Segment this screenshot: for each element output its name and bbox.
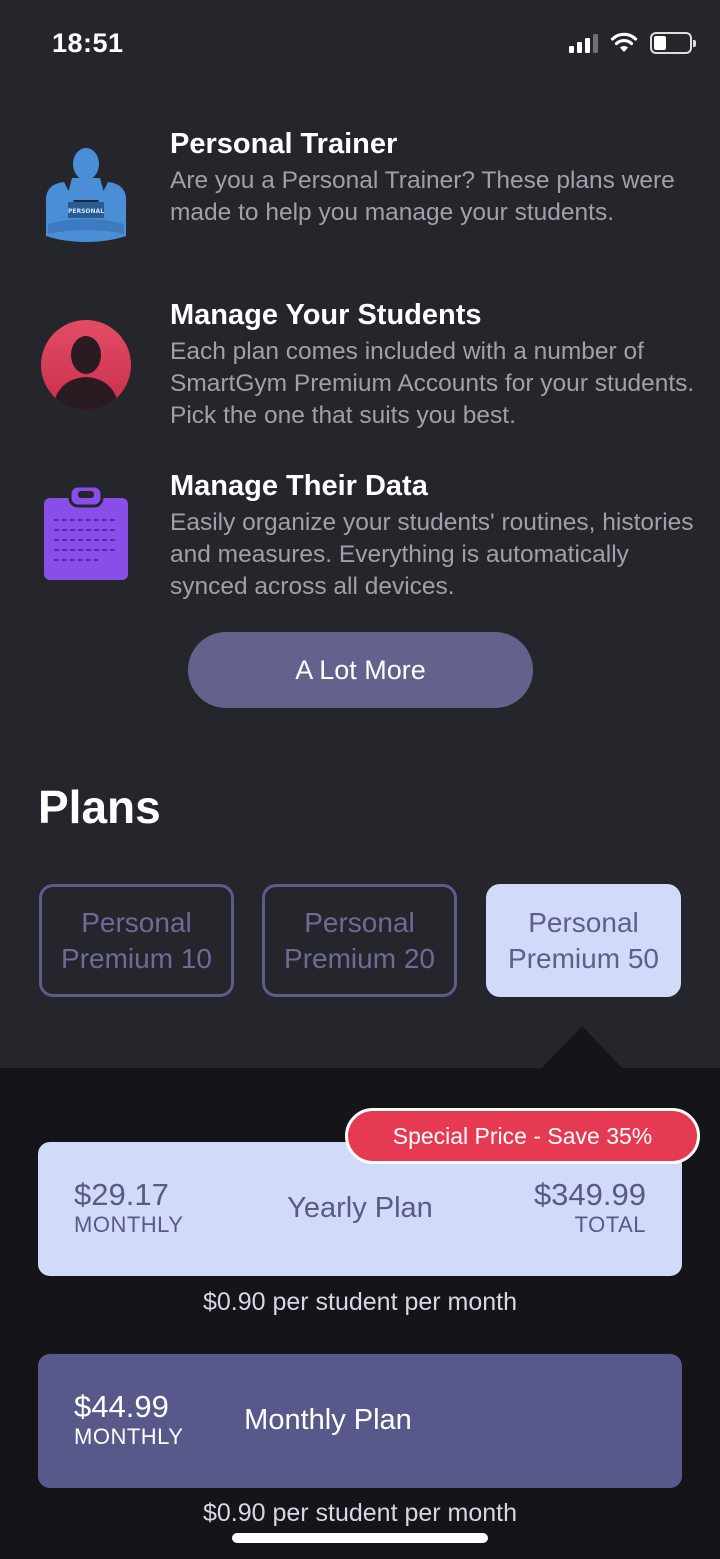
plan-tab-premium-20[interactable]: Personal Premium 20 bbox=[262, 884, 457, 997]
feature-description: Easily organize your students' routines,… bbox=[170, 509, 694, 600]
trainer-icon-label: PERSONAL bbox=[68, 208, 104, 215]
plan-name: Monthly Plan bbox=[244, 1404, 412, 1436]
feature-text: Personal Trainer Are you a Personal Trai… bbox=[170, 126, 700, 229]
feature-title: Manage Your Students bbox=[170, 299, 482, 331]
plan-tab-line1: Personal bbox=[81, 906, 192, 938]
feature-description: Each plan comes included with a number o… bbox=[170, 338, 695, 429]
plan-tab-line1: Personal bbox=[304, 906, 415, 938]
plans-heading: Plans bbox=[38, 781, 161, 833]
feature-title: Personal Trainer bbox=[170, 128, 398, 160]
trainer-icon: PERSONAL bbox=[45, 148, 127, 242]
feature-title: Manage Their Data bbox=[170, 470, 428, 502]
price-period: TOTAL bbox=[574, 1212, 646, 1237]
plans-screen: 18:51 PERSONAL Personal Trainer Are you … bbox=[0, 0, 720, 1559]
feature-text: Manage Your Students Each plan comes inc… bbox=[170, 297, 700, 432]
battery-icon bbox=[650, 32, 696, 54]
selection-pointer bbox=[540, 1026, 624, 1070]
a-lot-more-button[interactable]: A Lot More bbox=[188, 632, 533, 708]
plan-tab-premium-50[interactable]: Personal Premium 50 bbox=[486, 884, 681, 997]
status-time: 18:51 bbox=[52, 28, 124, 58]
home-indicator[interactable] bbox=[232, 1533, 488, 1543]
wifi-icon bbox=[610, 32, 638, 52]
feature-description: Are you a Personal Trainer? These plans … bbox=[170, 167, 675, 226]
plan-tab-line2: Premium 20 bbox=[284, 942, 435, 974]
plan-tab-line2: Premium 50 bbox=[508, 942, 659, 974]
plan-tab-line1: Personal bbox=[528, 906, 639, 938]
yearly-total-price: $349.99 TOTAL bbox=[534, 1178, 646, 1238]
user-silhouette-icon bbox=[41, 320, 131, 410]
status-icons bbox=[569, 32, 696, 54]
plan-tab-premium-10[interactable]: Personal Premium 10 bbox=[39, 884, 234, 997]
cellular-signal-icon bbox=[569, 33, 598, 53]
feature-text: Manage Their Data Easily organize your s… bbox=[170, 468, 700, 603]
plan-tab-line2: Premium 10 bbox=[61, 942, 212, 974]
special-price-badge: Special Price - Save 35% bbox=[345, 1108, 700, 1164]
monthly-plan-card[interactable]: $44.99 MONTHLY Monthly Plan bbox=[38, 1354, 682, 1488]
monthly-per-student: $0.90 per student per month bbox=[202, 1499, 518, 1527]
yearly-per-student: $0.90 per student per month bbox=[202, 1288, 518, 1316]
status-bar: 18:51 bbox=[0, 0, 720, 90]
price-amount: $349.99 bbox=[533, 1177, 646, 1212]
clipboard-icon bbox=[44, 484, 128, 580]
